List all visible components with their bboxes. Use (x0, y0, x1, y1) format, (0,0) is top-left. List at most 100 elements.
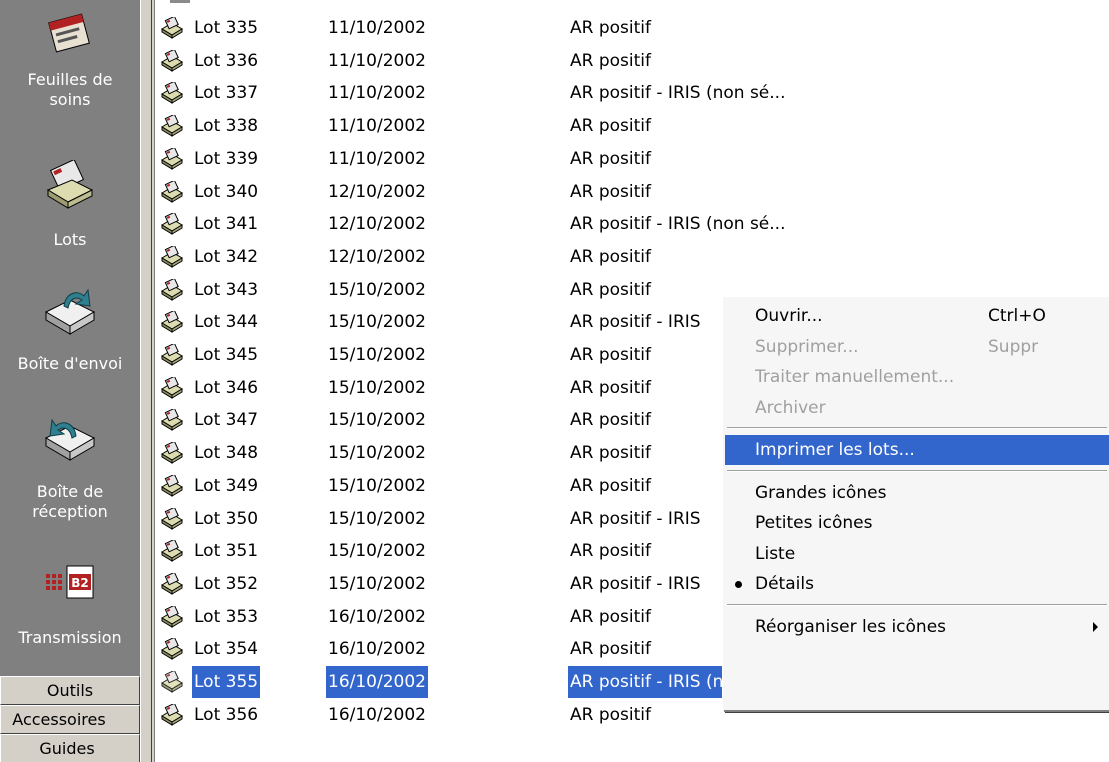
sidebar-item-feuilles-de-soins[interactable]: Feuilles de soins (0, 10, 140, 120)
lot-date: 16/10/2002 (328, 704, 426, 725)
menu-item-label: Grandes icônes (755, 482, 887, 503)
batches-icon (46, 160, 94, 209)
accessoires-button[interactable]: Accessoires (0, 705, 140, 734)
lot-date: 11/10/2002 (328, 18, 426, 38)
sidebar-item-transmission[interactable]: B2 Transmission (0, 562, 140, 657)
guides-button[interactable]: Guides (0, 734, 140, 762)
lot-name: Lot 341 (194, 214, 259, 235)
table-row[interactable]: Lot 341 12/10/2002 AR positif - IRIS (non … (156, 208, 1109, 240)
lot-name: Lot 335 (194, 18, 259, 38)
batch-icon (160, 375, 184, 399)
lot-date: 15/10/2002 (328, 279, 426, 300)
batch-icon (160, 179, 184, 203)
lot-status: AR positif - IRIS (570, 312, 701, 333)
lot-name: Lot 348 (194, 443, 259, 464)
lot-name: Lot 336 (194, 50, 259, 71)
lot-name: Lot 349 (194, 475, 259, 496)
menu-item-details[interactable]: Détails (725, 569, 1109, 599)
menu-item-label: Réorganiser les icônes (755, 616, 947, 637)
lot-name: Lot 338 (194, 116, 259, 137)
lot-name: Lot 345 (194, 345, 259, 365)
lot-date: 11/10/2002 (328, 116, 426, 137)
sidebar-item-boite-envoi[interactable]: Boîte d'envoi (0, 282, 140, 382)
menu-item-label: Ouvrir... (755, 306, 823, 326)
lot-date: 15/10/2002 (328, 377, 426, 398)
batch-icon (160, 146, 184, 170)
menu-item-petites-icones[interactable]: Petites icônes (725, 508, 1109, 538)
table-row[interactable]: Lot 335 11/10/2002 AR positif (156, 12, 1109, 44)
menu-item-reorganiser-les-icones[interactable]: Réorganiser les icônes (725, 612, 1109, 642)
menu-item-imprimer-les-lots[interactable]: Imprimer les lots... (725, 435, 1109, 465)
lot-status: AR positif (570, 50, 651, 71)
menu-item-traiter-manuellement: Traiter manuellement... (725, 362, 1109, 392)
table-row[interactable]: Lot 336 11/10/2002 AR positif (156, 45, 1109, 77)
batch-icon (160, 669, 184, 693)
menu-item-ouvrir[interactable]: Ouvrir... Ctrl+O (725, 301, 1109, 331)
menu-separator (727, 427, 1107, 429)
lot-date: 16/10/2002 (326, 666, 428, 698)
batch-icon (160, 571, 184, 595)
menu-separator (727, 469, 1107, 472)
lot-date: 11/10/2002 (328, 83, 426, 104)
menu-item-label: Imprimer les lots... (755, 440, 915, 460)
lot-name: Lot 351 (194, 541, 259, 562)
menu-item-label: Liste (755, 543, 796, 564)
lot-name: Lot 340 (194, 181, 259, 202)
lot-date: 15/10/2002 (328, 345, 426, 365)
lot-date: 15/10/2002 (328, 573, 426, 594)
batch-icon (160, 538, 184, 563)
sidebar-item-label: Feuilles de soins (27, 70, 113, 109)
lot-name: Lot 355 (192, 666, 261, 698)
lot-name: Lot 346 (194, 377, 259, 398)
menu-item-shortcut: Ctrl+O (988, 306, 1046, 326)
lot-status: AR positif - IRIS (non sé... (570, 83, 786, 104)
table-row[interactable]: Lot 340 12/10/2002 AR positif (156, 176, 1109, 208)
batch-icon (160, 604, 184, 628)
sidebar-item-label: Boîte de réception (32, 482, 108, 521)
submenu-arrow-icon (1093, 621, 1098, 632)
table-row[interactable]: Lot 337 11/10/2002 AR positif - IRIS (non … (156, 77, 1109, 109)
lot-status: AR positif (570, 475, 651, 496)
batch-icon (160, 113, 184, 137)
table-row[interactable]: Lot 342 12/10/2002 AR positif (156, 241, 1109, 273)
lot-name: Lot 344 (194, 312, 259, 333)
lot-status: AR positif - IRIS (non sé... (570, 214, 786, 235)
menu-item-grandes-icones[interactable]: Grandes icônes (725, 478, 1109, 508)
sidebar-item-boite-reception[interactable]: Boîte de réception (0, 410, 140, 540)
lot-date: 15/10/2002 (328, 475, 426, 496)
outils-button[interactable]: Outils (0, 676, 140, 705)
menu-item-label: Archiver (755, 397, 826, 418)
lot-date: 11/10/2002 (328, 148, 426, 169)
batch-icon (160, 342, 184, 366)
lot-status: AR positif (570, 279, 651, 300)
table-row[interactable]: Lot 338 11/10/2002 AR positif (156, 110, 1109, 142)
menu-item-liste[interactable]: Liste (725, 539, 1109, 569)
pane-splitter[interactable] (140, 0, 155, 762)
treatment-sheets-icon (48, 13, 90, 53)
menu-item-supprimer: Supprimer... Suppr (725, 332, 1109, 362)
outlook-bar: Feuilles de soins Lots Boîte d'envoi Boî (0, 0, 140, 762)
lot-status: AR positif (570, 443, 651, 464)
lot-status: AR positif (570, 606, 651, 627)
batch-icon (160, 48, 184, 72)
lot-status: AR positif (570, 181, 651, 202)
sidebar-item-lots[interactable]: Lots (0, 160, 140, 260)
lot-name: Lot 356 (194, 704, 259, 725)
menu-item-label: Supprimer... (755, 336, 859, 357)
lot-date: 15/10/2002 (328, 541, 426, 562)
batch-icon (160, 211, 184, 236)
lot-name: Lot 354 (194, 639, 259, 660)
lot-name: Lot 347 (194, 410, 259, 431)
lot-name: Lot 342 (194, 246, 259, 267)
lot-status: AR positif (570, 377, 651, 398)
lot-status: AR positif (570, 246, 651, 267)
table-row[interactable]: Lot 339 11/10/2002 AR positif (156, 143, 1109, 175)
lot-status: AR positif (570, 18, 651, 38)
lot-date: 12/10/2002 (328, 181, 426, 202)
lot-name: Lot 339 (194, 148, 259, 169)
lot-status: AR positif - IRIS (570, 573, 701, 594)
outbox-icon (44, 288, 96, 335)
batch-icon (160, 15, 184, 39)
lot-status: AR positif (570, 704, 651, 725)
lot-date: 11/10/2002 (328, 50, 426, 71)
